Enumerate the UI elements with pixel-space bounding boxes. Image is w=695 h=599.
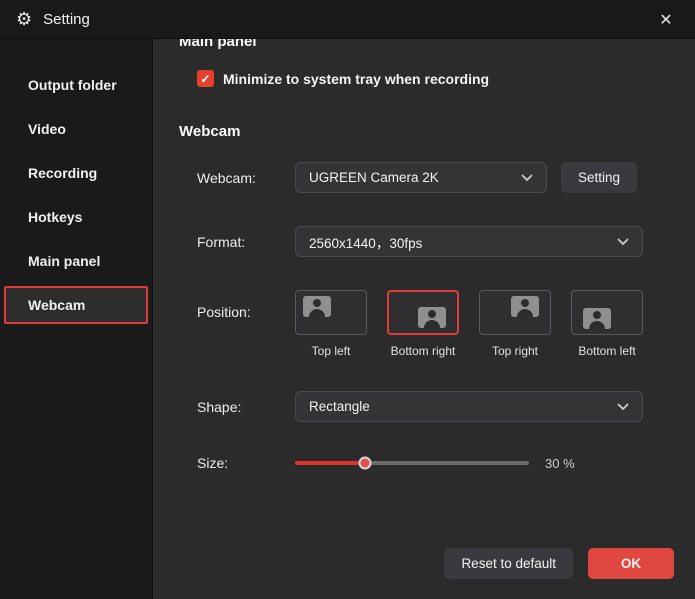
chevron-down-icon xyxy=(617,238,629,246)
reset-to-default-button[interactable]: Reset to default xyxy=(444,548,573,579)
sidebar-item-webcam[interactable]: Webcam xyxy=(4,286,148,324)
window-title: Setting xyxy=(43,10,90,28)
shape-value: Rectangle xyxy=(309,399,370,414)
position-option-top-left[interactable]: Top left xyxy=(295,290,367,358)
position-option-bottom-right[interactable]: Bottom right xyxy=(387,290,459,358)
size-slider: 30 % xyxy=(295,456,575,471)
gear-icon: ⚙ xyxy=(16,9,33,29)
sidebar: Output folder Video Recording Hotkeys Ma… xyxy=(0,39,153,599)
webcam-setting-button[interactable]: Setting xyxy=(561,162,637,193)
ok-button[interactable]: OK xyxy=(588,548,674,579)
position-option-label: Top left xyxy=(311,344,351,358)
webcam-person-icon xyxy=(511,296,539,317)
webcam-person-icon xyxy=(418,307,446,328)
position-option-top-right[interactable]: Top right xyxy=(479,290,551,358)
format-select[interactable]: 2560x1440，30fps xyxy=(295,226,643,257)
footer-actions: Reset to default OK xyxy=(444,548,674,579)
size-slider-fill xyxy=(295,461,366,465)
format-value: 2560x1440，30fps xyxy=(309,235,423,251)
shape-select[interactable]: Rectangle xyxy=(295,391,643,422)
webcam-device-row: Webcam: UGREEN Camera 2K Setting xyxy=(179,162,674,193)
minimize-to-tray-label: Minimize to system tray when recording xyxy=(223,70,490,87)
position-tile-bottom-left[interactable] xyxy=(571,290,643,335)
sidebar-item-hotkeys[interactable]: Hotkeys xyxy=(4,195,148,239)
position-row: Position: Top left Bottom right Top righ… xyxy=(179,290,674,358)
sidebar-item-video[interactable]: Video xyxy=(4,107,148,151)
webcam-person-icon xyxy=(583,308,611,329)
webcam-device-select[interactable]: UGREEN Camera 2K xyxy=(295,162,547,193)
shape-row: Shape: Rectangle xyxy=(179,391,674,422)
settings-content: Main panel ✓ Minimize to system tray whe… xyxy=(153,39,695,599)
size-value: 30 % xyxy=(545,455,575,471)
position-tile-top-right[interactable] xyxy=(479,290,551,335)
sidebar-item-output-folder[interactable]: Output folder xyxy=(4,63,148,107)
minimize-to-tray-row: ✓ Minimize to system tray when recording xyxy=(179,70,674,87)
webcam-person-icon xyxy=(303,296,331,317)
position-options: Top left Bottom right Top right Bottom l… xyxy=(295,290,643,358)
position-option-bottom-left[interactable]: Bottom left xyxy=(571,290,643,358)
position-tile-bottom-right[interactable] xyxy=(387,290,459,335)
close-icon[interactable]: ✕ xyxy=(651,0,681,39)
size-slider-thumb[interactable] xyxy=(358,456,372,470)
chevron-down-icon xyxy=(521,174,533,182)
shape-label: Shape: xyxy=(197,398,242,415)
webcam-device-value: UGREEN Camera 2K xyxy=(309,170,439,185)
format-row: Format: 2560x1440，30fps xyxy=(179,226,674,257)
size-slider-track[interactable] xyxy=(295,456,529,470)
minimize-to-tray-checkbox[interactable]: ✓ xyxy=(197,70,214,87)
position-option-label: Bottom right xyxy=(390,344,456,358)
titlebar: ⚙ Setting ✕ xyxy=(0,0,695,39)
chevron-down-icon xyxy=(617,403,629,411)
position-label: Position: xyxy=(197,304,251,320)
position-option-label: Bottom left xyxy=(578,344,636,358)
size-row: Size: 30 % xyxy=(179,455,674,471)
webcam-section-title: Webcam xyxy=(179,123,241,140)
position-tile-top-left[interactable] xyxy=(295,290,367,335)
webcam-device-label: Webcam: xyxy=(197,169,256,186)
sidebar-item-recording[interactable]: Recording xyxy=(4,151,148,195)
format-label: Format: xyxy=(197,233,246,250)
position-option-label: Top right xyxy=(491,344,539,358)
size-label: Size: xyxy=(197,455,229,471)
main-panel-section-title: Main panel xyxy=(179,39,257,50)
sidebar-item-main-panel[interactable]: Main panel xyxy=(4,239,148,283)
